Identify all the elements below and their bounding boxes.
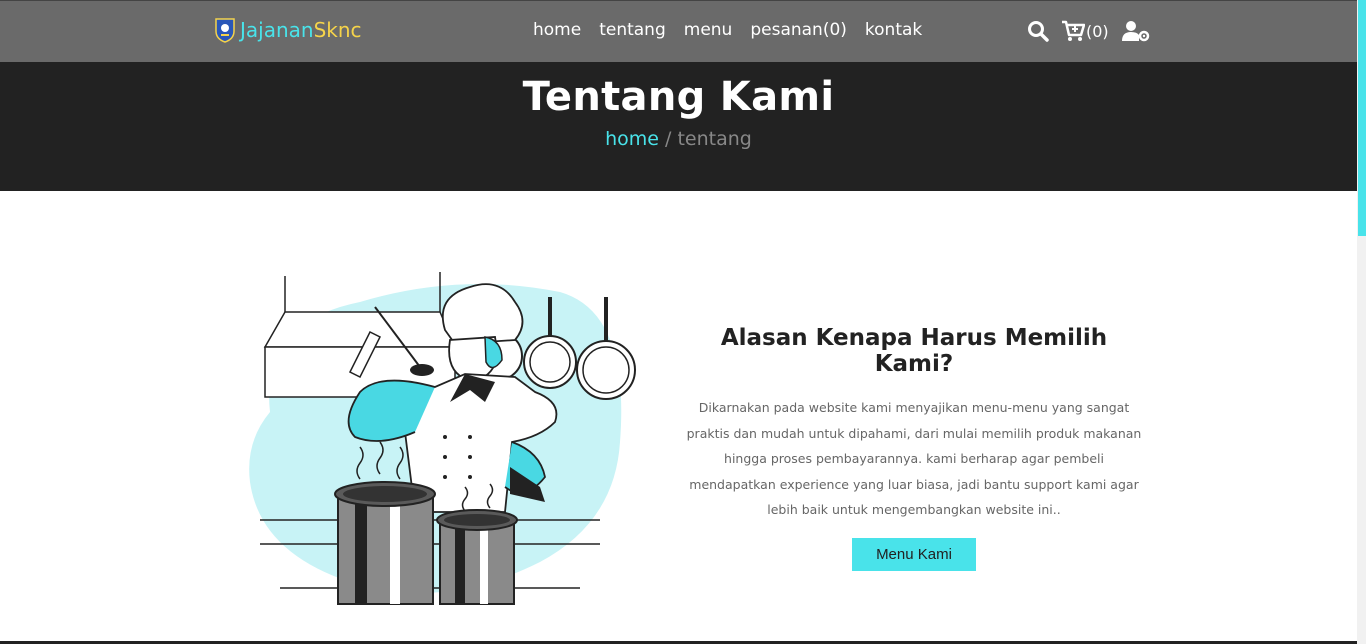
chef-cooking-illustration	[249, 272, 636, 605]
nav-link-pesanan[interactable]: pesanan(0)	[750, 20, 847, 40]
nav-icons: (0)	[1027, 20, 1150, 42]
user-settings-icon[interactable]	[1121, 20, 1150, 42]
cart-count: (0)	[1086, 21, 1109, 41]
brand-name-part1: Jajanan	[240, 18, 314, 42]
breadcrumb-current: tentang	[677, 128, 752, 150]
brand-logo[interactable]: JajananSknc	[214, 17, 362, 43]
search-icon[interactable]	[1027, 20, 1049, 42]
about-heading: Alasan Kenapa Harus Memilih Kami?	[720, 325, 1108, 377]
nav-link-home[interactable]: home	[533, 20, 581, 40]
breadcrumb: home / tentang	[0, 128, 1357, 150]
nav-links: home tentang menu pesanan(0) kontak	[533, 20, 922, 40]
breadcrumb-separator: /	[659, 128, 678, 150]
about-section: Alasan Kenapa Harus Memilih Kami? Dikarn…	[680, 325, 1148, 571]
cart-button[interactable]: (0)	[1061, 20, 1109, 42]
navbar: JajananSknc home tentang menu pesanan(0)…	[0, 0, 1357, 62]
nav-link-tentang[interactable]: tentang	[599, 20, 666, 40]
nav-link-menu[interactable]: menu	[684, 20, 733, 40]
scrollbar-thumb[interactable]	[1358, 0, 1366, 236]
school-emblem-icon	[215, 18, 235, 43]
nav-link-kontak[interactable]: kontak	[865, 20, 922, 40]
brand-name-part2: Sknc	[313, 18, 362, 42]
page-header: Tentang Kami home / tentang	[0, 62, 1357, 191]
about-body: Dikarnakan pada website kami menyajikan …	[686, 400, 1142, 517]
menu-kami-button[interactable]: Menu Kami	[852, 537, 976, 571]
cart-icon	[1062, 20, 1085, 41]
breadcrumb-home-link[interactable]: home	[605, 128, 659, 150]
page-title: Tentang Kami	[522, 74, 835, 120]
